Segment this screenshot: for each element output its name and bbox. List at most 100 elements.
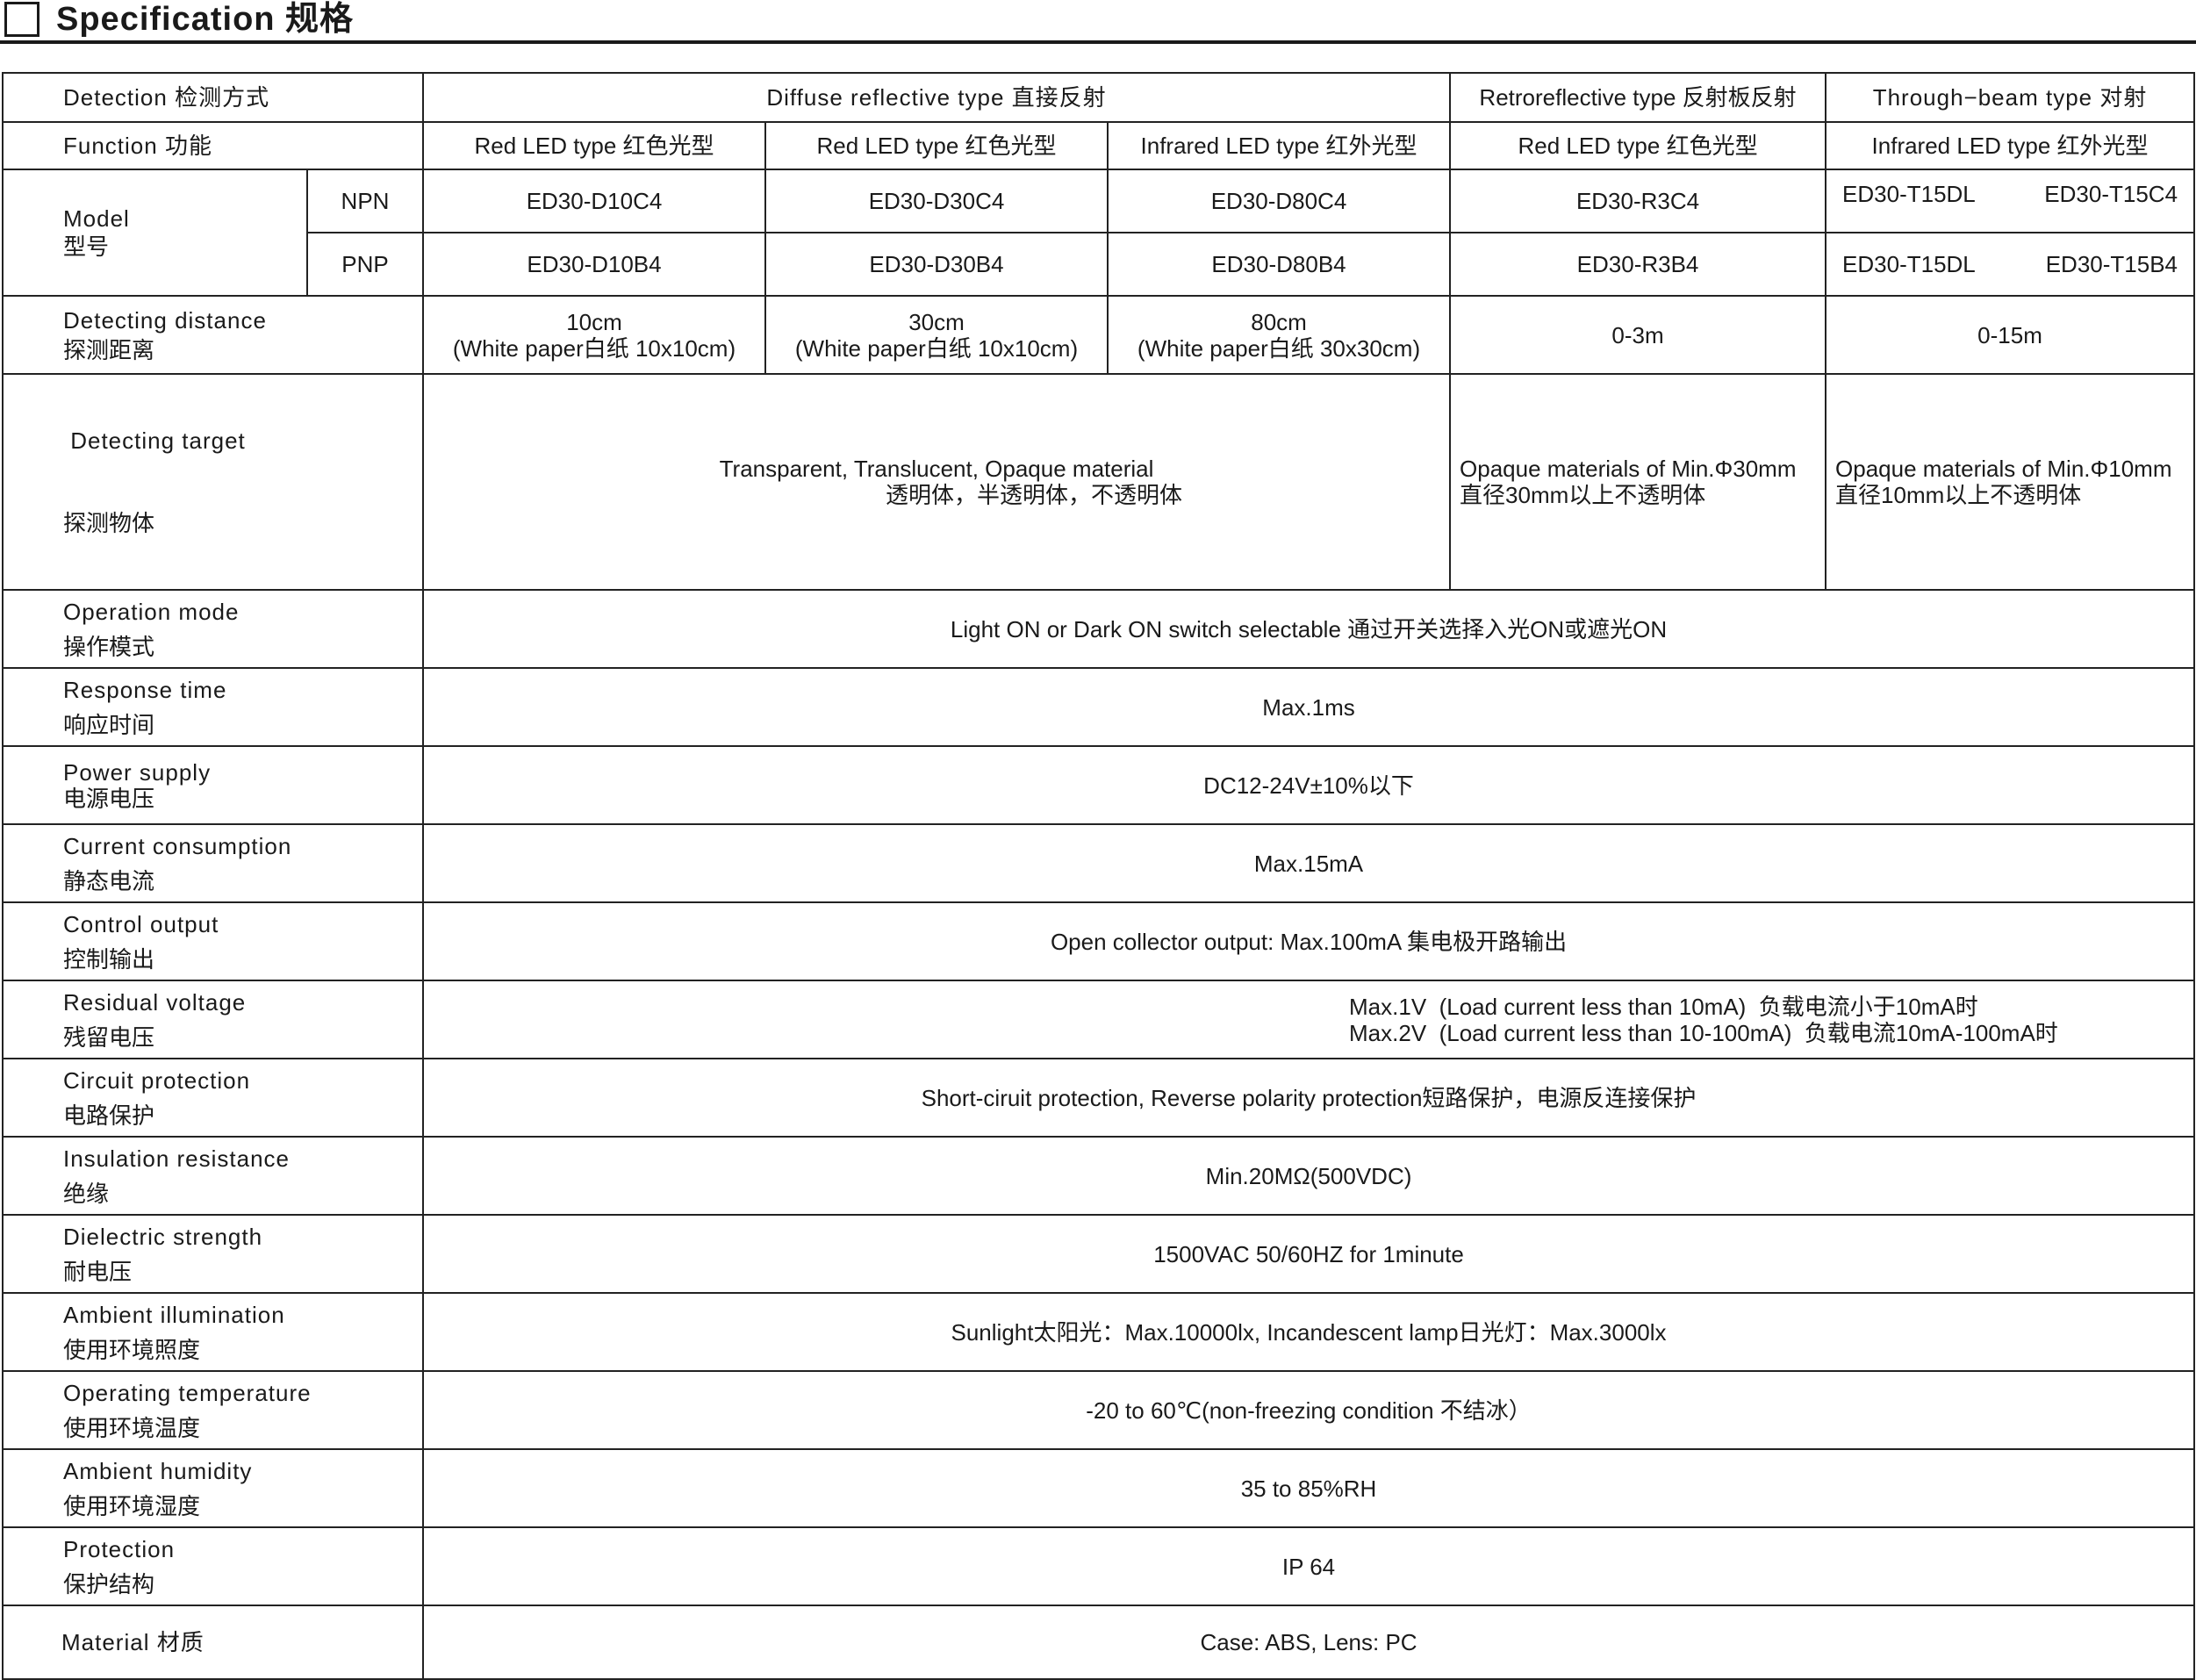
row-label-zh: 保护结构 [63,1570,155,1597]
row-label-zh: 响应时间 [63,711,155,738]
row-label: Control output 控制输出 [1,901,425,981]
row-label: Current consumption 静态电流 [1,823,425,903]
row-label-en: Response time [63,676,227,703]
row-label: Response time 响应时间 [1,667,425,747]
row-label-en: Ambient humidity [63,1457,253,1484]
distance-retro: 0-3m [1449,295,1827,375]
title-divider [0,40,2196,44]
model-cell: ED30-D30C4 [764,169,1109,233]
row-label-en: Protection [63,1535,176,1562]
row-label-zh: 耐电压 [63,1258,133,1285]
row-label-en: Operation mode [63,598,240,625]
material-label: Material 材质 [1,1605,425,1680]
residual-line-2: Max.2V (Load current less than 10-100mA)… [1349,1019,2058,1046]
row-label-en: Dielectric strength [63,1223,263,1250]
row-label: Ambient illumination 使用环境照度 [1,1292,425,1372]
table-row: Circuit protection 电路保护 Short-ciruit pro… [1,1058,2196,1138]
row-label-en: Ambient illumination [63,1301,285,1328]
function-cell: Infrared LED type 红外光型 [1107,121,1452,170]
specification-table: Detection 检测方式 Diffuse reflective type 直… [1,72,2196,1680]
target-text-en: Opaque materials of Min.Φ10mm [1835,456,2172,482]
table-row: Current consumption 静态电流 Max.15mA [1,823,2196,903]
detection-diffuse: Diffuse reflective type 直接反射 [422,72,1452,123]
table-row: Insulation resistance 绝缘 Min.20MΩ(500VDC… [1,1136,2196,1216]
table-row: Control output 控制输出 Open collector outpu… [1,901,2196,981]
row-value: Max.1ms [422,667,2196,747]
model-through-npn: ED30-T15DL ED30-T15C4 [1825,169,2196,233]
table-row: Response time 响应时间 Max.1ms [1,667,2196,747]
table-row: Operating temperature 使用环境温度 -20 to 60℃(… [1,1370,2196,1450]
row-value: IP 64 [422,1526,2196,1606]
target-text-en: Opaque materials of Min.Φ30mm [1460,456,1797,482]
row-value: -20 to 60℃(non-freezing condition 不结冰） [422,1370,2196,1450]
row-label: Circuit protection 电路保护 [1,1058,425,1138]
section-title: Specification 规格 [56,1,355,38]
row-label-en: Power supply [63,758,212,786]
table-row-model-npn: Model 型号 NPN ED30-D10C4 ED30-D30C4 ED30-… [2,169,2196,297]
residual-line-1: Max.1V (Load current less than 10mA) 负载电… [1349,993,1978,1020]
model-cell: ED30-R3C4 [1449,169,1827,233]
row-value: Min.20MΩ(500VDC) [422,1136,2196,1216]
row-label-en: Detecting distance [63,306,267,334]
row-value: Max.1V (Load current less than 10mA) 负载电… [422,980,2196,1059]
row-value: 1500VAC 50/60HZ for 1minute [422,1214,2196,1294]
row-label-en: Operating temperature [63,1379,312,1406]
distance-value: 10cm [566,308,622,335]
row-value: Max.15mA [422,823,2196,903]
distance-note: (White paper白纸 30x30cm) [1137,334,1421,362]
target-retro: Opaque materials of Min.Φ30mm 直径30mm以上不透… [1449,373,1827,591]
row-label-zh: 探测物体 [63,510,155,536]
row-label: Residual voltage 残留电压 [1,980,425,1059]
row-label-en: Control output [63,910,219,937]
row-label-zh: 使用环境湿度 [63,1492,201,1519]
row-value: DC12-24V±10%以下 [422,745,2196,825]
detection-label: Detection 检测方式 [1,72,425,123]
row-label-zh: 操作模式 [63,633,155,660]
row-value: 35 to 85%RH [422,1448,2196,1528]
pnp-label: PNP [305,232,425,297]
table-row-material: Material 材质 Case: ABS, Lens: PC [1,1605,2196,1680]
model-cell: ED30-R3B4 [1449,232,1827,297]
distance-cell: 80cm (White paper白纸 30x30cm) [1107,295,1452,375]
function-cell: Red LED type 红色光型 [1449,121,1827,170]
distance-value: 30cm [908,308,965,335]
row-label-en: Insulation resistance [63,1145,291,1172]
material-value: Case: ABS, Lens: PC [422,1605,2196,1680]
table-row-detecting-distance: Detecting distance 探测距离 10cm (White pape… [1,295,2196,375]
table-row-detection: Detection 检测方式 Diffuse reflective type 直… [1,72,2196,123]
checkbox-square-icon [4,2,39,37]
row-value: Open collector output: Max.100mA 集电极开路输出 [422,901,2196,981]
row-value: Sunlight太阳光：Max.10000lx, Incandescent la… [422,1292,2196,1372]
function-cell: Infrared LED type 红外光型 [1825,121,2196,170]
row-label-zh: 使用环境温度 [63,1414,201,1441]
detection-retro: Retroreflective type 反射板反射 [1449,72,1827,123]
table-row: Protection 保护结构 IP 64 [1,1526,2196,1606]
target-text-zh: 直径10mm以上不透明体 [1835,482,2082,508]
distance-cell: 30cm (White paper白纸 10x10cm) [764,295,1109,375]
model-cell: ED30-D10C4 [422,169,767,233]
target-text-zh: 直径30mm以上不透明体 [1460,482,1706,508]
row-label: Operating temperature 使用环境温度 [1,1370,425,1450]
table-row: Ambient illumination 使用环境照度 Sunlight太阳光：… [1,1292,2196,1372]
row-label: Detecting target 探测物体 [1,373,425,591]
row-label: Dielectric strength 耐电压 [1,1214,425,1294]
row-label-zh: 控制输出 [63,945,155,973]
model-cell: ED30-D80C4 [1107,169,1452,233]
model-label-zh: 型号 [63,233,110,260]
row-label-zh: 绝缘 [63,1180,110,1207]
model-label: Model 型号 [2,169,308,297]
distance-note: (White paper白纸 10x10cm) [794,334,1079,362]
target-text-zh: 透明体，半透明体，不透明体 [886,482,1183,508]
model-cell: ED30-T15C4 [2044,181,2178,207]
model-cell: ED30-T15DL [1842,251,1976,277]
row-label: Detecting distance 探测距离 [1,295,425,375]
row-label: Power supply 电源电压 [1,745,425,825]
row-value: Short-ciruit protection, Reverse polarit… [422,1058,2196,1138]
row-label: Ambient humidity 使用环境湿度 [1,1448,425,1528]
row-label-en: Circuit protection [63,1066,251,1094]
row-label-en: Current consumption [63,832,292,859]
table-row-model-pnp: PNP ED30-D10B4 ED30-D30B4 ED30-D80B4 ED3… [3,232,2196,297]
model-cell: ED30-T15B4 [2045,251,2178,277]
section-header: Specification 规格 [0,0,2196,44]
model-through-pnp: ED30-T15DL ED30-T15B4 [1825,232,2196,297]
